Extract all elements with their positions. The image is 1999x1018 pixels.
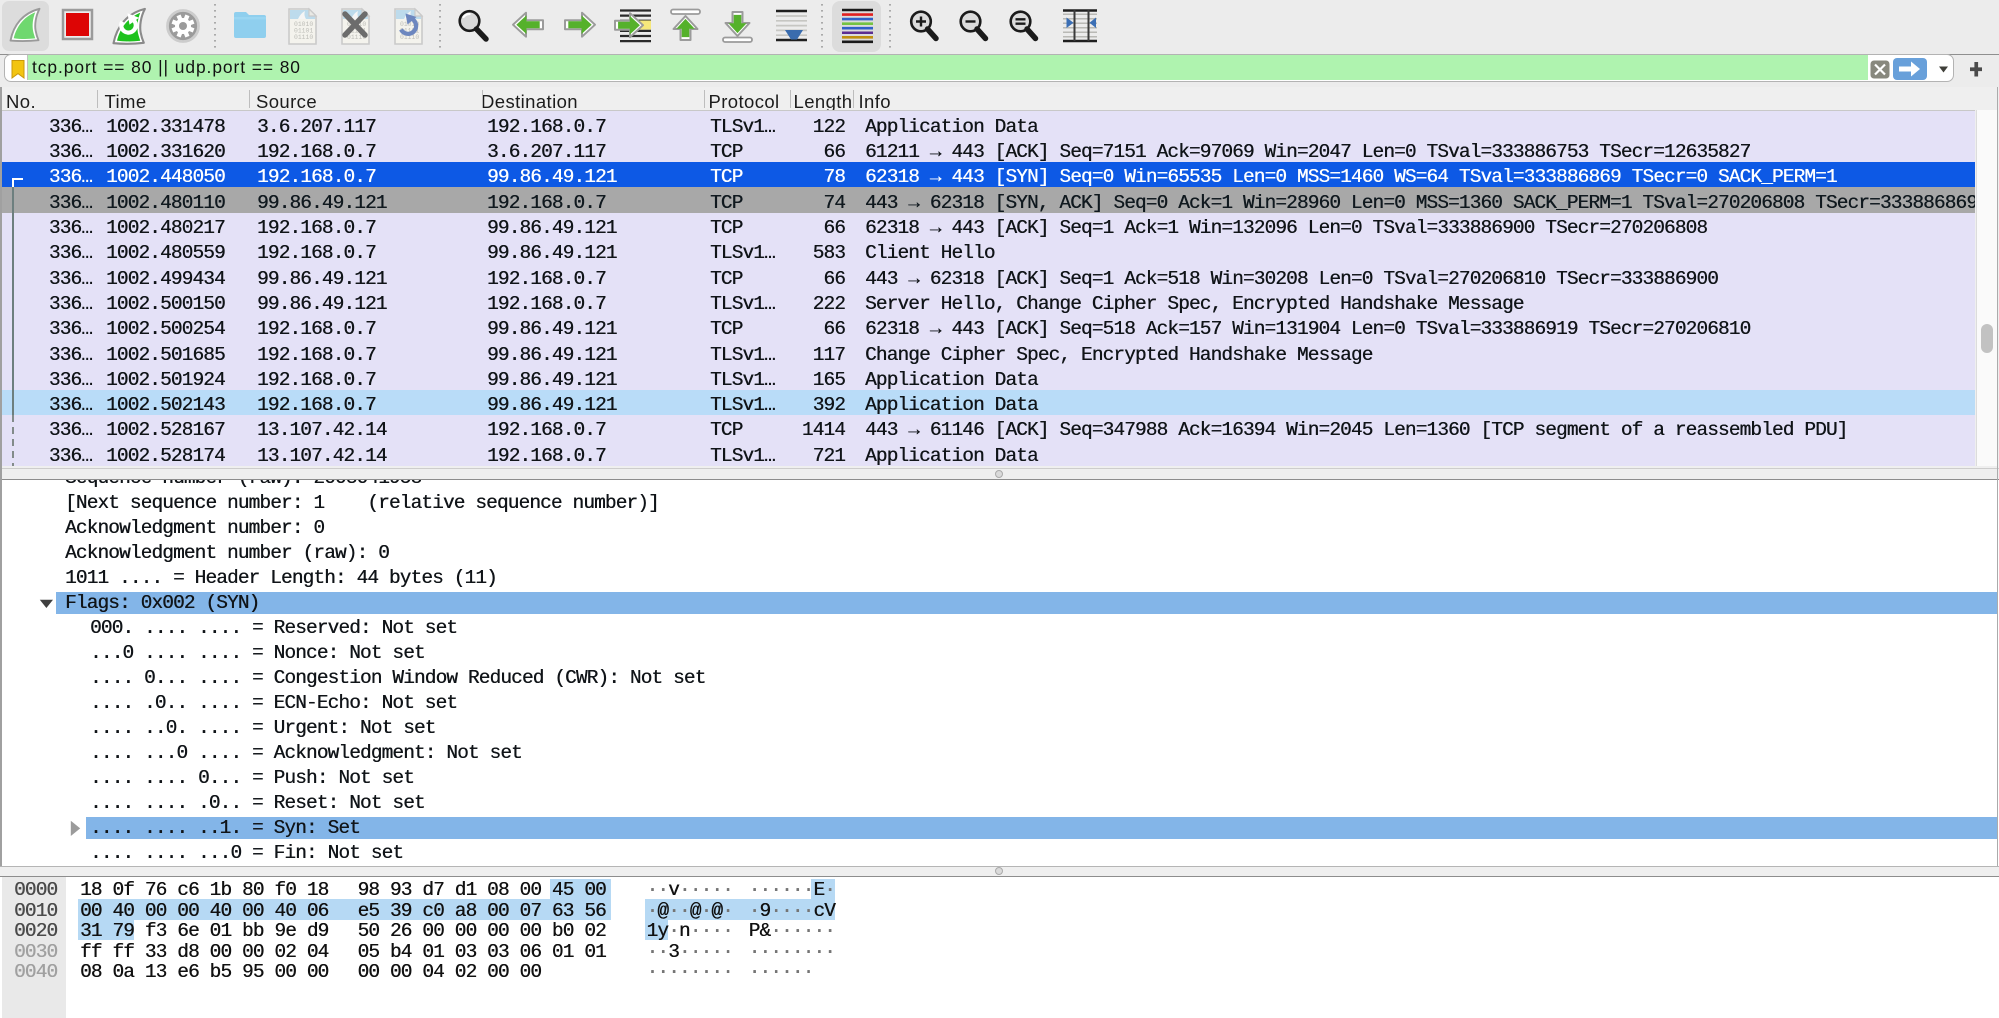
svg-text:01110: 01110	[294, 34, 313, 41]
